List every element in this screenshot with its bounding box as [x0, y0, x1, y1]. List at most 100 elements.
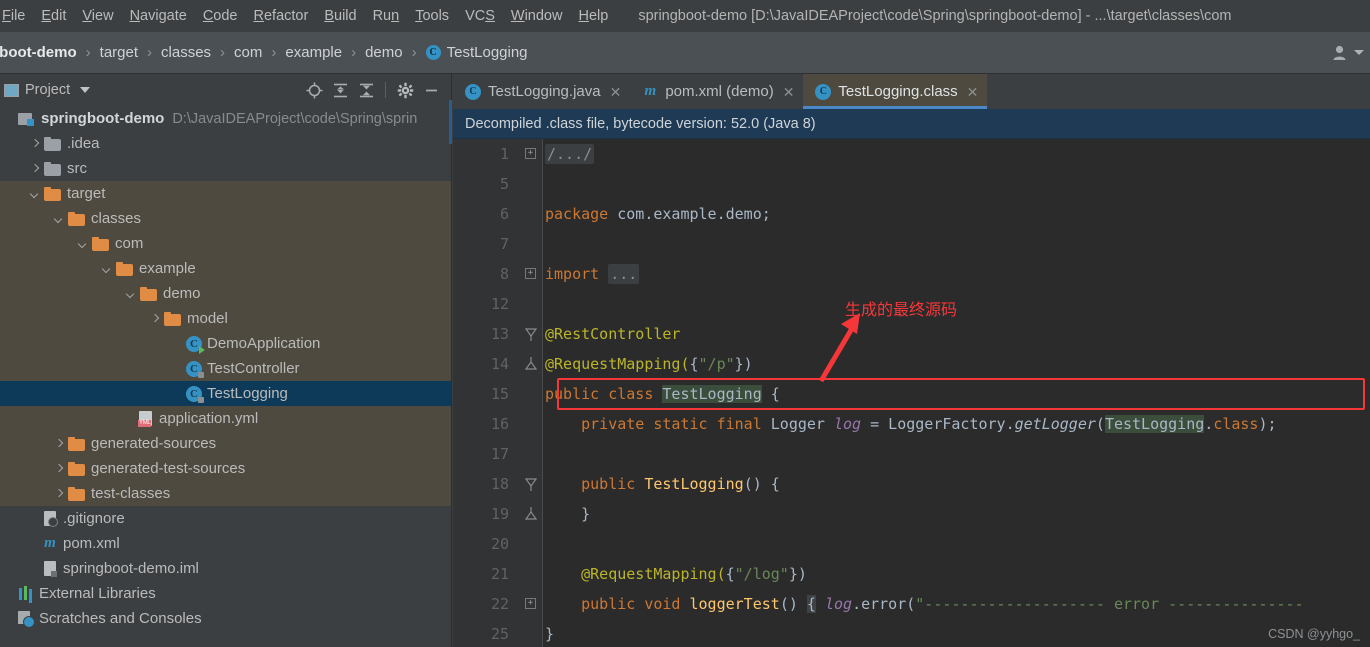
- line-number: 19: [490, 505, 509, 523]
- fold-collapse-end-icon[interactable]: [525, 357, 537, 371]
- breadcrumb-item-classes[interactable]: classes: [159, 44, 213, 61]
- tree-item-example[interactable]: example: [0, 256, 452, 281]
- code-token: (): [779, 595, 807, 613]
- tree-item-application-yml[interactable]: application.yml: [0, 406, 452, 431]
- tree-item--idea[interactable]: .idea: [0, 131, 452, 156]
- fold-collapse-end-icon[interactable]: [525, 507, 537, 521]
- menu-item-navigate[interactable]: Navigate: [122, 0, 195, 32]
- tree-item-testlogging[interactable]: C TestLogging: [0, 381, 452, 406]
- panel-divider[interactable]: [451, 74, 452, 647]
- folder-icon: [44, 161, 61, 176]
- menu-item-vcs[interactable]: VCS: [457, 0, 503, 32]
- tree-item--gitignore[interactable]: .gitignore: [0, 506, 452, 531]
- expand-all-icon[interactable]: [327, 77, 353, 103]
- code-line[interactable]: 14 @RequestMapping({"/p"}): [453, 349, 1370, 379]
- project-tree[interactable]: springboot-demo D:\JavaIDEAProject\code\S…: [0, 106, 452, 647]
- code-token: class: [1213, 415, 1259, 433]
- breadcrumb-item-testlogging[interactable]: C TestLogging: [424, 44, 530, 61]
- code-line[interactable]: 1 + /.../: [453, 139, 1370, 169]
- chevron-down-icon[interactable]: [1354, 50, 1364, 55]
- collapse-all-icon[interactable]: [353, 77, 379, 103]
- chevron-down-icon[interactable]: [52, 212, 66, 226]
- menu-item-help[interactable]: Help: [570, 0, 616, 32]
- code-line[interactable]: 17: [453, 439, 1370, 469]
- chevron-right-icon[interactable]: [28, 162, 42, 176]
- chevron-right-icon[interactable]: [148, 312, 162, 326]
- tree-item-pom-xml[interactable]: m pom.xml: [0, 531, 452, 556]
- settings-gear-icon[interactable]: [392, 77, 418, 103]
- menu-item-file[interactable]: File: [0, 0, 33, 32]
- code-line[interactable]: 19 }: [453, 499, 1370, 529]
- breadcrumb-item-example[interactable]: example: [283, 44, 344, 61]
- code-line[interactable]: 20: [453, 529, 1370, 559]
- chevron-down-icon[interactable]: [28, 187, 42, 201]
- account-area[interactable]: [1331, 43, 1370, 63]
- minimize-icon[interactable]: [418, 77, 444, 103]
- code-line[interactable]: 22 + public void loggerTest() { log.error…: [453, 589, 1370, 619]
- chevron-right-icon[interactable]: [52, 462, 66, 476]
- tree-item-demo[interactable]: demo: [0, 281, 452, 306]
- menu-item-build[interactable]: Build: [316, 0, 364, 32]
- code-editor[interactable]: 1 + /.../ 5 6 package com.example.demo; 7 8 + imp…: [453, 139, 1370, 647]
- tree-item-springboot-demo-iml[interactable]: springboot-demo.iml: [0, 556, 452, 581]
- chevron-down-icon[interactable]: [80, 87, 91, 93]
- code-line[interactable]: 5: [453, 169, 1370, 199]
- tree-item-demoapplication[interactable]: C DemoApplication: [0, 331, 452, 356]
- code-line[interactable]: 18 public TestLogging() {: [453, 469, 1370, 499]
- chevron-down-icon[interactable]: [100, 262, 114, 276]
- breadcrumb-item-demo[interactable]: demo: [363, 44, 405, 61]
- code-token: @RequestMapping(: [545, 355, 690, 373]
- fold-expand-icon[interactable]: +: [525, 598, 536, 609]
- menu-item-edit[interactable]: Edit: [33, 0, 74, 32]
- menu-item-code[interactable]: Code: [195, 0, 246, 32]
- chevron-right-icon[interactable]: [52, 437, 66, 451]
- menu-bar: File Edit View Navigate Code Refactor Build Run…: [0, 0, 1370, 32]
- close-icon[interactable]: ✕: [610, 85, 622, 99]
- tree-item-target[interactable]: target: [0, 181, 452, 206]
- fold-expand-icon[interactable]: +: [525, 268, 536, 279]
- code-line[interactable]: 6 package com.example.demo;: [453, 199, 1370, 229]
- menu-item-run[interactable]: Run: [365, 0, 408, 32]
- close-icon[interactable]: ✕: [967, 85, 979, 99]
- tree-item-com[interactable]: com: [0, 231, 452, 256]
- code-line[interactable]: 15 public class TestLogging {: [453, 379, 1370, 409]
- menu-item-view[interactable]: View: [74, 0, 121, 32]
- code-line[interactable]: 7: [453, 229, 1370, 259]
- fold-collapse-icon[interactable]: [525, 327, 537, 341]
- tree-item-testcontroller[interactable]: C TestController: [0, 356, 452, 381]
- chevron-down-icon[interactable]: [76, 237, 90, 251]
- code-line[interactable]: 13 @RestController: [453, 319, 1370, 349]
- editor-tab-testlogging-java[interactable]: C TestLogging.java ✕: [453, 74, 630, 109]
- fold-expand-icon[interactable]: +: [525, 148, 536, 159]
- close-icon[interactable]: ✕: [783, 85, 795, 99]
- tree-item-springboot-demo[interactable]: springboot-demo D:\JavaIDEAProject\code\S…: [0, 106, 452, 131]
- tree-item-classes[interactable]: classes: [0, 206, 452, 231]
- editor-tab-pom-xml--demo-[interactable]: m pom.xml (demo) ✕: [630, 74, 803, 109]
- fold-collapse-icon[interactable]: [525, 477, 537, 491]
- chevron-right-icon[interactable]: [52, 487, 66, 501]
- tree-item-scratches-and-consoles[interactable]: Scratches and Consoles: [0, 606, 452, 631]
- code-line[interactable]: 25}: [453, 619, 1370, 647]
- menu-item-refactor[interactable]: Refactor: [246, 0, 317, 32]
- chevron-right-icon[interactable]: [28, 137, 42, 151]
- breadcrumb-separator: ›: [220, 44, 226, 61]
- breadcrumb-item-gboot-demo[interactable]: gboot-demo: [0, 44, 79, 61]
- menu-item-tools[interactable]: Tools: [407, 0, 457, 32]
- breadcrumb-item-target[interactable]: target: [98, 44, 140, 61]
- editor-tabbar[interactable]: C TestLogging.java ✕ m pom.xml (demo) ✕ C TestL…: [453, 74, 1370, 109]
- chevron-down-icon[interactable]: [124, 287, 138, 301]
- locate-icon[interactable]: [301, 77, 327, 103]
- breadcrumb-item-com[interactable]: com: [232, 44, 264, 61]
- tree-item-model[interactable]: model: [0, 306, 452, 331]
- code-line[interactable]: 21 @RequestMapping({"/log"}): [453, 559, 1370, 589]
- tree-item-generated-test-sources[interactable]: generated-test-sources: [0, 456, 452, 481]
- tree-item-src[interactable]: src: [0, 156, 452, 181]
- tree-item-generated-sources[interactable]: generated-sources: [0, 431, 452, 456]
- tree-item-external-libraries[interactable]: External Libraries: [0, 581, 452, 606]
- person-icon[interactable]: [1331, 43, 1351, 63]
- code-line[interactable]: 8 + import ...: [453, 259, 1370, 289]
- editor-tab-testlogging-class[interactable]: C TestLogging.class ✕: [803, 74, 988, 109]
- menu-item-window[interactable]: Window: [503, 0, 571, 32]
- tree-item-test-classes[interactable]: test-classes: [0, 481, 452, 506]
- code-line[interactable]: 16 private static final Logger log = Log…: [453, 409, 1370, 439]
